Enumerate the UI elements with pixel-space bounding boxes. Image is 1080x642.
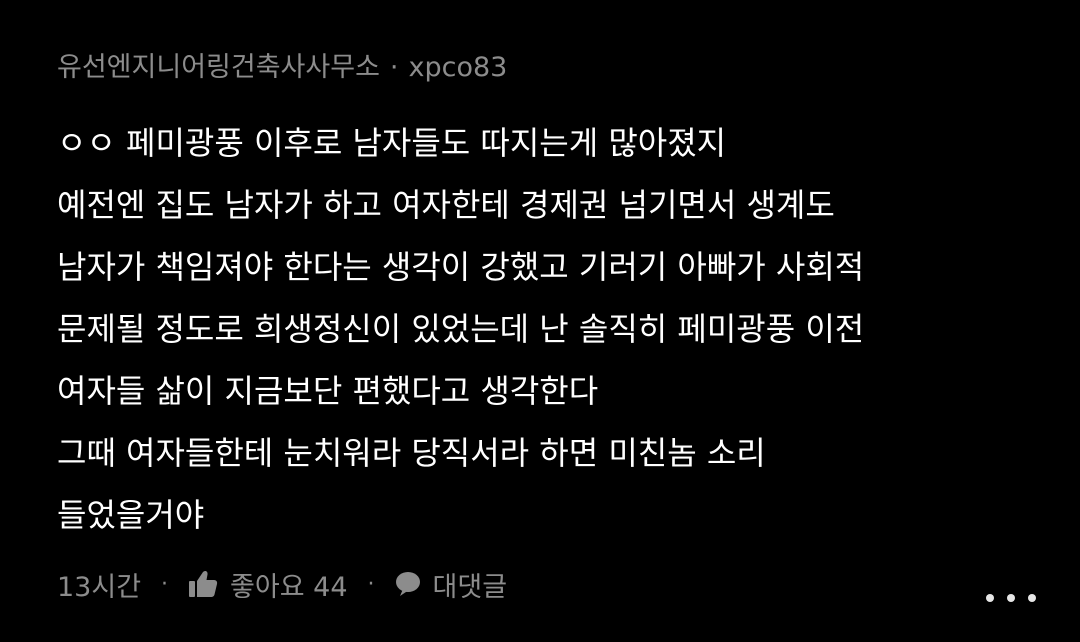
- comment-line: 그때 여자들한테 눈치워라 당직서라 하면 미친놈 소리: [57, 434, 766, 472]
- comment-line: 문제될 정도로 희생정신이 있었는데 난 솔직히 페미광풍 이전: [57, 310, 865, 348]
- comment-line: 여자들 삶이 지금보단 편했다고 생각한다: [57, 372, 599, 410]
- footer-separator: ·: [161, 571, 169, 597]
- like-button[interactable]: 좋아요 44: [188, 565, 348, 604]
- comment-line: ㅇㅇ 페미광풍 이후로 남자들도 따지는게 많아졌지: [57, 124, 727, 162]
- reply-button[interactable]: 대댓글: [395, 565, 508, 604]
- comment-body: ㅇㅇ 페미광풍 이후로 남자들도 따지는게 많아졌지 예전엔 집도 남자가 하고…: [57, 112, 1037, 546]
- dot: [986, 594, 994, 602]
- comment-line: 남자가 책임져야 한다는 생각이 강했고 기러기 아빠가 사회적: [57, 248, 865, 286]
- timestamp: 13시간: [57, 571, 142, 603]
- author-name[interactable]: 유선엔지니어링건축사사무소: [57, 52, 380, 83]
- comment-line: 예전엔 집도 남자가 하고 여자한테 경제권 넘기면서 생계도: [57, 186, 835, 224]
- dot: [1007, 594, 1015, 602]
- comment-card: 유선엔지니어링건축사사무소 · xpco83 ㅇㅇ 페미광풍 이후로 남자들도 따지…: [0, 0, 1080, 642]
- speech-bubble-icon: [395, 572, 420, 596]
- more-dots-icon[interactable]: [986, 580, 1036, 616]
- comment-footer: 13시간 · 좋아요 44 · 대댓글: [57, 562, 507, 606]
- username[interactable]: xpco83: [409, 52, 508, 83]
- footer-separator: ·: [367, 571, 375, 597]
- meta-separator: ·: [389, 52, 399, 83]
- comment-meta: 유선엔지니어링건축사사무소 · xpco83: [57, 48, 507, 88]
- reply-label: 대댓글: [432, 571, 508, 603]
- comment-line: 들었을거야: [57, 496, 205, 534]
- dot: [1028, 594, 1036, 602]
- like-count-label: 좋아요 44: [230, 571, 348, 603]
- thumbs-up-icon: [189, 570, 218, 597]
